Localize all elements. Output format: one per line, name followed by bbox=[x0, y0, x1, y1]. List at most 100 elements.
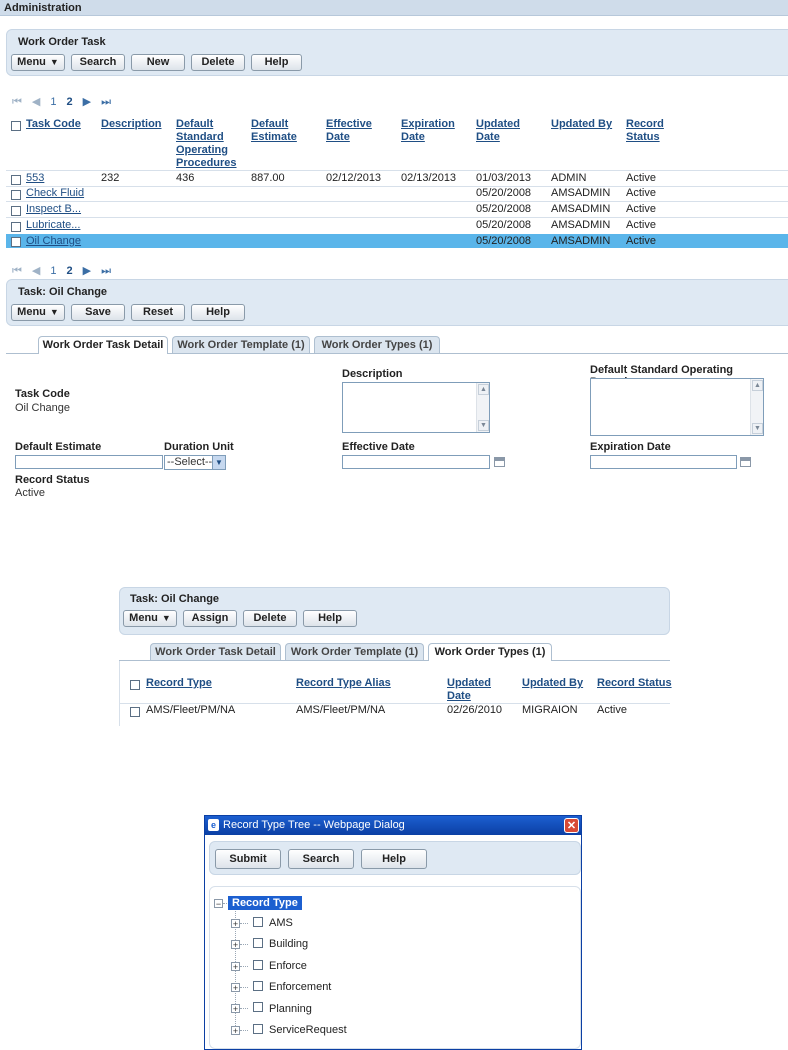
tree-checkbox-ams[interactable] bbox=[253, 917, 263, 927]
close-icon[interactable]: ✕ bbox=[564, 818, 579, 833]
scroll-up-icon[interactable]: ▲ bbox=[752, 380, 763, 391]
last-page-icon[interactable]: ⏭ bbox=[101, 96, 111, 109]
col-default-estimate[interactable]: Default Estimate bbox=[251, 118, 297, 144]
expand-icon[interactable]: + bbox=[231, 1026, 240, 1036]
expand-icon[interactable]: + bbox=[231, 983, 240, 993]
help-button[interactable]: Help bbox=[191, 304, 245, 321]
col-upd-line1: Updated bbox=[476, 118, 520, 130]
expiration-date-input[interactable] bbox=[590, 455, 737, 469]
tab-work-order-template[interactable]: Work Order Template (1) bbox=[285, 643, 424, 660]
help-button[interactable]: Help bbox=[361, 849, 427, 869]
first-page-icon[interactable]: ⏮ bbox=[12, 265, 22, 278]
tab-work-order-task-detail[interactable]: Work Order Task Detail bbox=[38, 336, 168, 354]
expand-icon[interactable]: + bbox=[231, 919, 240, 929]
search-button[interactable]: Search bbox=[71, 54, 125, 71]
tab-work-order-types[interactable]: Work Order Types (1) bbox=[314, 336, 440, 353]
tree-item-planning[interactable]: Planning bbox=[269, 1003, 312, 1015]
scrollbar[interactable]: ▲ ▼ bbox=[476, 383, 489, 432]
menu-button[interactable]: Menu ▼ bbox=[123, 610, 177, 627]
tree-checkbox-enforce[interactable] bbox=[253, 960, 263, 970]
selected-row-highlight[interactable] bbox=[6, 234, 788, 248]
expand-icon[interactable]: + bbox=[231, 962, 240, 972]
collapse-icon[interactable]: − bbox=[214, 899, 223, 909]
row-checkbox[interactable] bbox=[11, 190, 21, 200]
dsop-textarea[interactable]: ▲ ▼ bbox=[590, 378, 764, 436]
duration-unit-select[interactable]: --Select-- ▼ bbox=[164, 455, 226, 470]
assign-button[interactable]: Assign bbox=[183, 610, 237, 627]
first-page-icon[interactable]: ⏮ bbox=[12, 96, 22, 109]
tree-item-enforce[interactable]: Enforce bbox=[269, 960, 307, 972]
delete-button[interactable]: Delete bbox=[191, 54, 245, 71]
tree-checkbox-enforcement[interactable] bbox=[253, 981, 263, 991]
tree-root-label[interactable]: Record Type bbox=[228, 896, 302, 910]
col-record-status[interactable]: Record Status bbox=[626, 118, 664, 144]
task-code-link[interactable]: 553 bbox=[26, 172, 44, 185]
col-updated-by[interactable]: Updated By bbox=[551, 118, 612, 131]
scroll-up-icon[interactable]: ▲ bbox=[478, 384, 489, 395]
task-code-link[interactable]: Inspect B... bbox=[26, 203, 81, 216]
scroll-down-icon[interactable]: ▼ bbox=[752, 423, 763, 434]
task-code-link[interactable]: Oil Change bbox=[26, 235, 81, 248]
expand-icon[interactable]: + bbox=[231, 1004, 240, 1014]
reset-button[interactable]: Reset bbox=[131, 304, 185, 321]
scrollbar[interactable]: ▲ ▼ bbox=[750, 379, 763, 435]
next-page-icon[interactable]: ▶ bbox=[83, 264, 91, 277]
row-checkbox[interactable] bbox=[130, 707, 140, 717]
tree-checkbox-planning[interactable] bbox=[253, 1002, 263, 1012]
menu-button[interactable]: Menu ▼ bbox=[11, 54, 65, 71]
tab-work-order-types[interactable]: Work Order Types (1) bbox=[428, 643, 552, 661]
col-updated-date[interactable]: Updated Date bbox=[447, 677, 491, 703]
col-task-code[interactable]: Task Code bbox=[26, 118, 81, 131]
chevron-down-icon[interactable]: ▼ bbox=[212, 456, 225, 469]
prev-page-icon[interactable]: ◀ bbox=[32, 95, 40, 108]
col-updated-date[interactable]: Updated Date bbox=[476, 118, 520, 144]
menu-button[interactable]: Menu ▼ bbox=[11, 304, 65, 321]
tree-item-building[interactable]: Building bbox=[269, 938, 308, 950]
search-button[interactable]: Search bbox=[288, 849, 354, 869]
page-1-link[interactable]: 1 bbox=[50, 265, 56, 277]
tree-item-ams[interactable]: AMS bbox=[269, 917, 293, 929]
select-all-checkbox[interactable] bbox=[11, 121, 21, 131]
select-all-checkbox[interactable] bbox=[130, 680, 140, 690]
col-dsop[interactable]: Default Standard Operating Procedures bbox=[176, 118, 237, 170]
page-1-link[interactable]: 1 bbox=[50, 96, 56, 108]
dialog-titlebar[interactable]: e Record Type Tree -- Webpage Dialog ✕ bbox=[205, 816, 581, 835]
col-record-type-alias[interactable]: Record Type Alias bbox=[296, 677, 391, 690]
tab-work-order-task-detail[interactable]: Work Order Task Detail bbox=[150, 643, 281, 660]
help-button[interactable]: Help bbox=[303, 610, 357, 627]
default-estimate-input[interactable] bbox=[15, 455, 163, 469]
tree-checkbox-building[interactable] bbox=[253, 938, 263, 948]
col-updated-by[interactable]: Updated By bbox=[522, 677, 583, 690]
description-textarea[interactable]: ▲ ▼ bbox=[342, 382, 490, 433]
tab-work-order-template[interactable]: Work Order Template (1) bbox=[172, 336, 310, 353]
col-effective-date[interactable]: Effective Date bbox=[326, 118, 372, 144]
calendar-icon[interactable] bbox=[740, 457, 751, 467]
tree-item-enforcement[interactable]: Enforcement bbox=[269, 981, 331, 993]
submit-button[interactable]: Submit bbox=[215, 849, 281, 869]
task-code-link[interactable]: Lubricate... bbox=[26, 219, 80, 232]
row-checkbox[interactable] bbox=[11, 175, 21, 185]
tree-item-servicerequest[interactable]: ServiceRequest bbox=[269, 1024, 347, 1036]
col-expiration-date[interactable]: Expiration Date bbox=[401, 118, 455, 144]
last-page-icon[interactable]: ⏭ bbox=[101, 265, 111, 278]
scroll-down-icon[interactable]: ▼ bbox=[478, 420, 489, 431]
calendar-icon[interactable] bbox=[494, 457, 505, 467]
expand-icon[interactable]: + bbox=[231, 940, 240, 950]
save-button[interactable]: Save bbox=[71, 304, 125, 321]
prev-page-icon[interactable]: ◀ bbox=[32, 264, 40, 277]
col-description[interactable]: Description bbox=[101, 118, 162, 131]
row-checkbox[interactable] bbox=[11, 206, 21, 216]
col-dsop-line1: Default bbox=[176, 118, 214, 130]
col-eff-line2: Date bbox=[326, 131, 350, 143]
delete-button[interactable]: Delete bbox=[243, 610, 297, 627]
col-record-status[interactable]: Record Status bbox=[597, 677, 672, 690]
new-button[interactable]: New bbox=[131, 54, 185, 71]
col-record-type[interactable]: Record Type bbox=[146, 677, 212, 690]
tree-checkbox-servicerequest[interactable] bbox=[253, 1024, 263, 1034]
effective-date-input[interactable] bbox=[342, 455, 490, 469]
row-checkbox[interactable] bbox=[11, 222, 21, 232]
row-checkbox[interactable] bbox=[11, 237, 21, 247]
help-button[interactable]: Help bbox=[251, 54, 302, 71]
next-page-icon[interactable]: ▶ bbox=[83, 95, 91, 108]
task-code-link[interactable]: Check Fluid bbox=[26, 187, 84, 200]
